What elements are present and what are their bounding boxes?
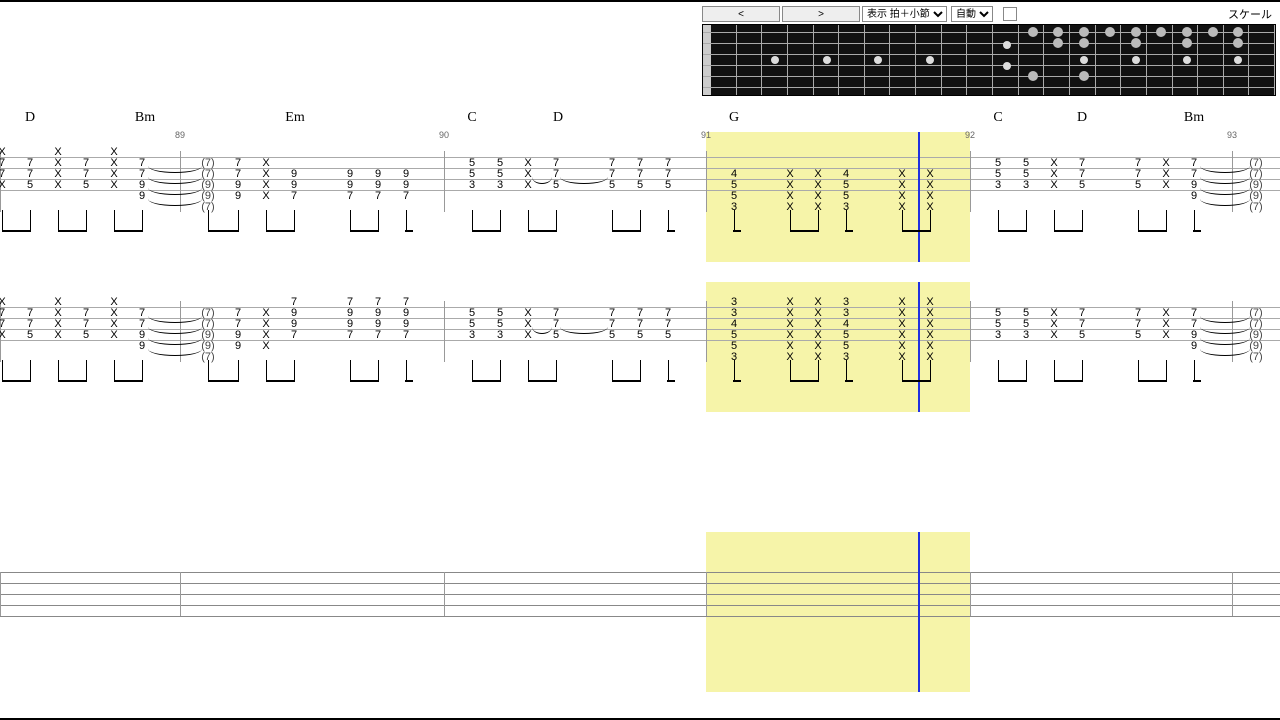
fret-number[interactable]: (7): [1249, 202, 1263, 213]
fret-number[interactable]: 5: [1131, 180, 1145, 191]
fret-number[interactable]: 7: [371, 330, 385, 341]
fret-number[interactable]: 3: [493, 180, 507, 191]
chord-label: D: [25, 110, 35, 126]
fret-number[interactable]: 9: [231, 341, 245, 352]
fret-number[interactable]: X: [259, 191, 273, 202]
scale-label: スケール: [1228, 6, 1276, 22]
fret-number[interactable]: 5: [661, 180, 675, 191]
fret-number[interactable]: X: [0, 330, 9, 341]
fret-number[interactable]: 7: [399, 330, 413, 341]
fret-number[interactable]: 3: [991, 180, 1005, 191]
display-select[interactable]: 表示 拍＋小節: [862, 6, 947, 22]
fret-number[interactable]: 3: [1019, 330, 1033, 341]
tab-row-gtr1[interactable]: DBmEmCDGCDBm8990919293X77X775XXXX775XXXX…: [0, 102, 1280, 252]
fret-number[interactable]: X: [107, 180, 121, 191]
playback-cursor: [918, 282, 920, 412]
chord-label: D: [1077, 110, 1087, 126]
checkbox[interactable]: [1003, 7, 1017, 21]
chord-label: Em: [285, 110, 304, 126]
fret-number[interactable]: 5: [1131, 330, 1145, 341]
chord-label: Bm: [1184, 110, 1204, 126]
fret-number[interactable]: 9: [135, 341, 149, 352]
auto-select[interactable]: 自動: [951, 6, 993, 22]
fretboard-toolbar: < > 表示 拍＋小節 自動 スケール: [702, 6, 1276, 22]
fret-number[interactable]: X: [1159, 180, 1173, 191]
fret-number[interactable]: 5: [1075, 330, 1089, 341]
fret-number[interactable]: 5: [23, 180, 37, 191]
tab-row-empty[interactable]: [0, 532, 1280, 682]
fret-number[interactable]: 5: [633, 330, 647, 341]
fret-number[interactable]: X: [259, 341, 273, 352]
chord-label: C: [467, 110, 476, 126]
fret-number[interactable]: 5: [1075, 180, 1089, 191]
fret-number[interactable]: X: [1159, 330, 1173, 341]
score-area[interactable]: DBmEmCDGCDBm8990919293X77X775XXXX775XXXX…: [0, 102, 1280, 682]
fret-number[interactable]: 3: [465, 180, 479, 191]
playback-cursor: [918, 132, 920, 262]
fret-number[interactable]: 7: [287, 330, 301, 341]
fret-number[interactable]: 5: [633, 180, 647, 191]
fret-number[interactable]: 5: [549, 330, 563, 341]
fret-number[interactable]: 5: [23, 330, 37, 341]
fret-number[interactable]: 7: [343, 330, 357, 341]
fret-number[interactable]: 9: [135, 191, 149, 202]
fret-number[interactable]: 5: [605, 180, 619, 191]
fret-number[interactable]: 7: [399, 191, 413, 202]
fret-number[interactable]: X: [521, 330, 535, 341]
fret-number[interactable]: X: [51, 180, 65, 191]
fret-number[interactable]: 9: [1187, 191, 1201, 202]
fret-number[interactable]: 7: [287, 191, 301, 202]
fret-number[interactable]: 7: [343, 191, 357, 202]
chord-label: Bm: [135, 110, 155, 126]
fret-number[interactable]: 5: [549, 180, 563, 191]
fret-number[interactable]: 5: [661, 330, 675, 341]
fret-number[interactable]: X: [1047, 180, 1061, 191]
prev-button[interactable]: <: [702, 6, 780, 22]
tab-row-gtr2[interactable]: X77X775XXXX775XXXX7799(7)(7)(9)(9)(7)779…: [0, 252, 1280, 402]
fret-number[interactable]: 9: [231, 191, 245, 202]
fret-number[interactable]: 3: [991, 330, 1005, 341]
chord-label: C: [993, 110, 1002, 126]
fret-number[interactable]: 3: [1019, 180, 1033, 191]
fret-number[interactable]: 3: [493, 330, 507, 341]
fret-number[interactable]: X: [1047, 330, 1061, 341]
chord-label: D: [553, 110, 563, 126]
fret-number[interactable]: 9: [1187, 341, 1201, 352]
fretboard[interactable]: [702, 24, 1276, 96]
fret-number[interactable]: 5: [79, 330, 93, 341]
fret-number[interactable]: 7: [371, 191, 385, 202]
fret-number[interactable]: X: [51, 330, 65, 341]
fret-number[interactable]: 3: [465, 330, 479, 341]
fret-number[interactable]: 5: [605, 330, 619, 341]
fret-number[interactable]: 5: [79, 180, 93, 191]
fret-number[interactable]: X: [107, 330, 121, 341]
fretboard-panel: < > 表示 拍＋小節 自動 スケール: [702, 6, 1276, 96]
next-button[interactable]: >: [782, 6, 860, 22]
fret-number[interactable]: (7): [1249, 352, 1263, 363]
fret-number[interactable]: X: [0, 180, 9, 191]
chord-label: G: [729, 110, 739, 126]
fret-number[interactable]: X: [521, 180, 535, 191]
